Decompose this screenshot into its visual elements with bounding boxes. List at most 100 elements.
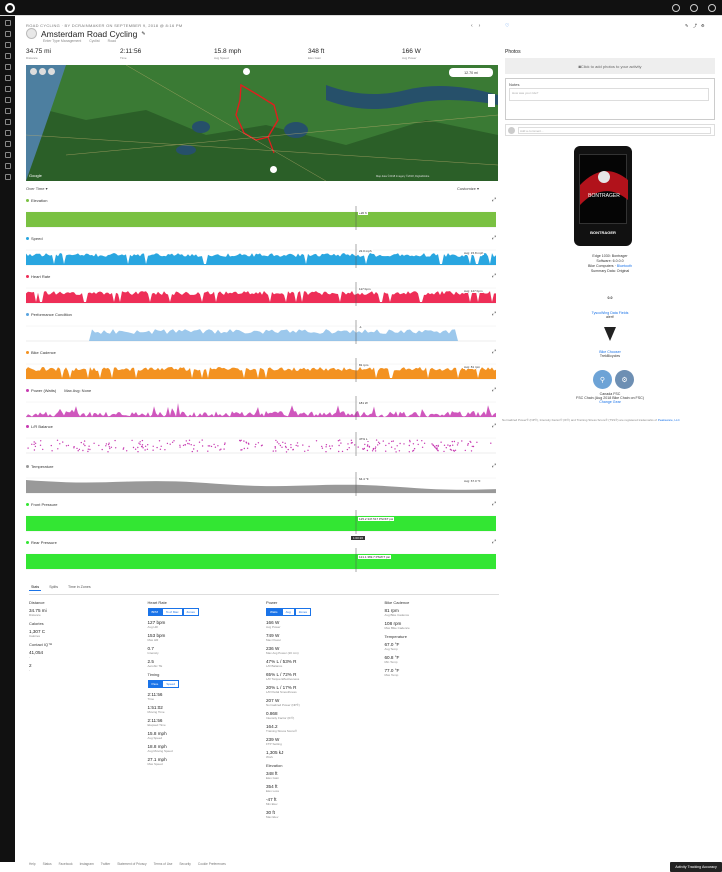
add-photos-button[interactable]: ◙ Click to add photos to your activity bbox=[505, 58, 715, 74]
chart-title[interactable]: Bike Cadence bbox=[31, 350, 56, 355]
comment-input[interactable]: Add a comment... bbox=[518, 127, 711, 134]
activity-tracking-accuracy-button[interactable]: Activity Tracking Accuracy bbox=[670, 862, 722, 872]
toggle-watts[interactable]: Watts bbox=[266, 608, 282, 616]
notifications-icon[interactable] bbox=[672, 4, 680, 12]
footer-link-terms-of-use[interactable]: Terms of Use bbox=[154, 862, 173, 866]
lr-point bbox=[137, 451, 139, 453]
device-summary-data[interactable]: Summary Data: Original bbox=[505, 269, 715, 274]
notes-input[interactable]: How was your ride? bbox=[509, 88, 709, 101]
next-activity-icon[interactable]: › bbox=[479, 23, 481, 29]
footer-link-status[interactable]: Status bbox=[43, 862, 52, 866]
map-play-icon[interactable] bbox=[243, 68, 250, 75]
footer-link-security[interactable]: Security bbox=[179, 862, 191, 866]
page-title[interactable]: Amsterdam Road Cycling bbox=[41, 29, 137, 39]
tab-stats[interactable]: Stats bbox=[29, 584, 42, 591]
sidebar-calendar-icon[interactable] bbox=[4, 42, 11, 48]
sidebar-courses-icon[interactable] bbox=[4, 141, 11, 147]
activity-map[interactable]: 12.70 mi Google Map data ©2018 Imagery ©… bbox=[26, 65, 498, 181]
chart-title[interactable]: Temperature bbox=[31, 464, 53, 469]
lr-point bbox=[108, 442, 110, 444]
chart-title[interactable]: Power (Watts) bbox=[31, 388, 56, 393]
sidebar-groups-icon[interactable] bbox=[4, 163, 11, 169]
expand-icon[interactable]: ⤢ bbox=[492, 501, 496, 507]
sidebar-gear-icon[interactable] bbox=[4, 97, 11, 103]
bike-gear-icon[interactable]: ⚲ bbox=[593, 370, 612, 389]
change-gear-link[interactable]: Change Gear bbox=[599, 400, 621, 404]
map-layers-control[interactable] bbox=[30, 68, 55, 75]
share-icon[interactable]: ⤴ bbox=[693, 23, 697, 29]
chart-title[interactable]: Performance Condition bbox=[31, 312, 72, 317]
previous-activity-icon[interactable]: ‹ bbox=[471, 23, 473, 29]
expand-icon[interactable]: ⤢ bbox=[492, 463, 496, 469]
expand-icon[interactable]: ⤢ bbox=[492, 197, 496, 203]
stat-label: Training Stress Score® bbox=[266, 729, 297, 733]
garmin-connect-logo[interactable] bbox=[5, 3, 15, 13]
expand-icon[interactable]: ⤢ bbox=[492, 423, 496, 429]
map-playback-control[interactable] bbox=[270, 166, 277, 173]
toggle-bpm[interactable]: BPM bbox=[147, 608, 163, 616]
footer-link-instagram[interactable]: Instagram bbox=[80, 862, 94, 866]
summary-stat-label: Time bbox=[120, 56, 127, 60]
toggle--of-max[interactable]: % of Max bbox=[162, 608, 183, 616]
stat-label: Avg Power bbox=[266, 625, 281, 629]
sidebar-reports-icon[interactable] bbox=[4, 64, 11, 70]
toggle-zones[interactable]: Zones bbox=[182, 608, 199, 616]
edit-icon[interactable]: ✎ bbox=[685, 23, 688, 28]
expand-icon[interactable]: ⤢ bbox=[492, 539, 496, 545]
tab-splits[interactable]: Splits bbox=[47, 584, 60, 591]
sidebar-activities-icon[interactable] bbox=[4, 53, 11, 59]
chart-extra[interactable]: Max Avg: None bbox=[64, 388, 91, 393]
footer-link-cookie-preferences[interactable]: Cookie Preferences bbox=[198, 862, 226, 866]
toggle-avg[interactable]: Avg bbox=[281, 608, 295, 616]
sidebar-badges-icon[interactable] bbox=[4, 119, 11, 125]
lr-point bbox=[374, 448, 376, 450]
tab-time-in-zones[interactable]: Time in Zones bbox=[66, 584, 93, 591]
chart-title[interactable]: L/R Balance bbox=[31, 424, 53, 429]
toggle-speed[interactable]: Speed bbox=[162, 680, 180, 688]
chart-title[interactable]: Heart Rate bbox=[31, 274, 50, 279]
like-icon[interactable]: ♡ bbox=[505, 23, 509, 29]
toggle-zones[interactable]: Zones bbox=[294, 608, 312, 616]
chart-title[interactable]: Front Pressure bbox=[31, 502, 57, 507]
sidebar-insights-icon[interactable] bbox=[4, 108, 11, 114]
subline-cyclist[interactable]: Cyclist bbox=[89, 39, 99, 43]
map-zoom-control[interactable] bbox=[488, 94, 495, 107]
search-icon[interactable] bbox=[690, 4, 698, 12]
over-time-dropdown[interactable]: Over Time ▾ bbox=[26, 186, 48, 191]
sidebar-stats-icon[interactable] bbox=[4, 130, 11, 136]
sidebar-dashboard-icon[interactable] bbox=[4, 20, 11, 26]
expand-icon[interactable]: ⤢ bbox=[492, 311, 496, 317]
stats-tabs: Stats Splits Time in Zones bbox=[29, 584, 93, 591]
user-avatar-icon[interactable] bbox=[708, 4, 716, 12]
customize-dropdown[interactable]: Customize ▾ bbox=[457, 186, 479, 191]
expand-icon[interactable]: ⤢ bbox=[492, 273, 496, 279]
chart-title[interactable]: Speed bbox=[31, 236, 43, 241]
device-connection-link[interactable]: Bluetooth bbox=[617, 264, 632, 268]
subline-type[interactable]: Enter Type Management bbox=[43, 39, 81, 43]
toggle-pace[interactable]: Pace bbox=[147, 680, 163, 688]
peaksware-link[interactable]: Peaksware, LLC bbox=[658, 418, 680, 422]
footer-link-twitter[interactable]: Twitter bbox=[101, 862, 110, 866]
expand-icon[interactable]: ⤢ bbox=[492, 349, 496, 355]
gear-icon[interactable]: ⚙ bbox=[701, 23, 705, 28]
stat-item: 239 W FTP Setting bbox=[266, 737, 381, 746]
stat-item: 749 W Max Power bbox=[266, 633, 381, 642]
sidebar-connections-icon[interactable] bbox=[4, 152, 11, 158]
expand-icon[interactable]: ⤢ bbox=[492, 387, 496, 393]
expand-icon[interactable]: ⤢ bbox=[492, 235, 496, 241]
lr-point bbox=[98, 444, 100, 447]
edit-pencil-icon[interactable]: ✎ bbox=[141, 31, 145, 37]
sidebar-settings-icon[interactable] bbox=[4, 174, 11, 180]
chain-gear-icon[interactable]: ⚙ bbox=[615, 370, 634, 389]
chart-title[interactable]: Elevation bbox=[31, 198, 47, 203]
lr-point bbox=[364, 443, 366, 446]
chart-title[interactable]: Rear Pressure bbox=[31, 540, 57, 545]
sidebar-health-icon[interactable] bbox=[4, 75, 11, 81]
sidebar-arrow-icon[interactable] bbox=[4, 31, 11, 37]
footer-link-statement-of-privacy[interactable]: Statement of Privacy bbox=[117, 862, 146, 866]
lr-point bbox=[421, 440, 423, 442]
footer-link-facebook[interactable]: Facebook bbox=[59, 862, 73, 866]
subline-road[interactable]: Road bbox=[108, 39, 116, 43]
footer-link-help[interactable]: Help bbox=[29, 862, 36, 866]
sidebar-training-icon[interactable] bbox=[4, 86, 11, 92]
